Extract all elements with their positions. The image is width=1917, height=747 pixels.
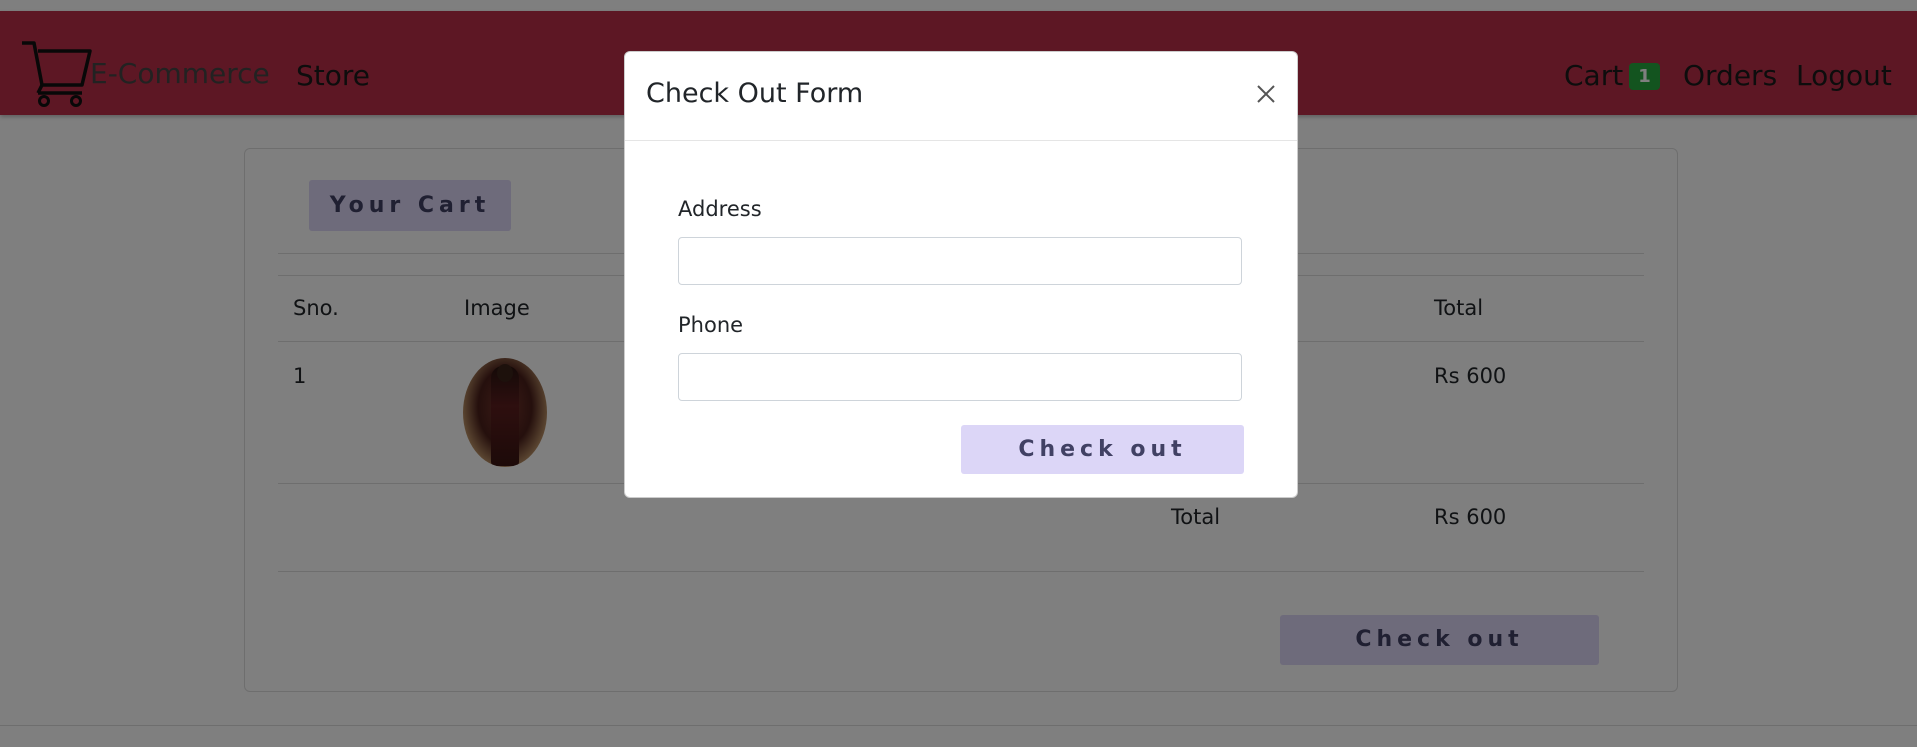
close-icon[interactable] (1252, 80, 1280, 108)
phone-field[interactable] (678, 353, 1242, 401)
phone-label: Phone (678, 313, 744, 337)
checkout-modal: Check Out Form Address Phone Check out (624, 51, 1298, 498)
address-label: Address (678, 197, 762, 221)
modal-checkout-button[interactable]: Check out (961, 425, 1244, 474)
modal-header: Check Out Form (625, 52, 1297, 141)
modal-title: Check Out Form (646, 78, 864, 109)
address-field[interactable] (678, 237, 1242, 285)
